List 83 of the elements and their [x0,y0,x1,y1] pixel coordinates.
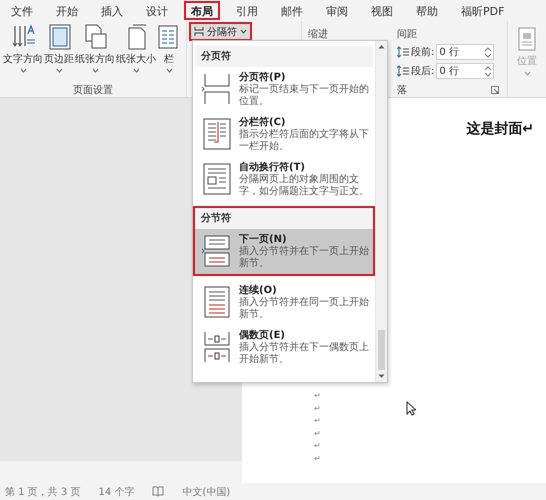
menu-item[interactable]: 下一页(N) 插入分节符并在下一页上开始新节。 [195,229,373,274]
ribbon-button[interactable]: 文字方向 [3,24,43,80]
section-heading: 分页符 [195,46,373,67]
paragraph-mark: ↵ [314,402,322,414]
item-title: 下一页(N) [239,233,288,246]
item-description: 插入分节符并在同一页上开始新节。 [239,297,370,321]
group-heading: 缩进 [308,28,329,41]
item-title: 分栏符(C) [239,116,286,128]
ribbon-tab[interactable]: 视图 [364,1,400,20]
ribbon-tab[interactable]: 邮件 [274,1,310,20]
chevron-icon [524,71,530,76]
chevron-icon [92,68,98,73]
ribbon-tab[interactable]: 设计 [139,1,175,20]
paragraph-mark: ↵ [314,415,322,427]
item-description: 分隔网页上的对象周围的文字，如分隔题注文字与正文。 [239,174,370,198]
group-label: 落 [397,84,407,97]
chevron-icon [56,68,62,73]
item-title: 自动换行符(T) [239,160,306,174]
group-label: 页面设置 [72,84,114,97]
column-break-icon [202,118,232,150]
menu-item[interactable]: 连续(O) 插入分节符并在同一页上开始新节。 [195,280,373,325]
item-description: 插入分节符并在下一页上开始新节。 [239,246,370,270]
word-count: 14 个字 [98,486,134,498]
even-page-icon [202,331,232,363]
next-page-icon [202,235,232,267]
ribbon-button[interactable]: 页边距 [44,24,74,80]
spacing-icon [397,46,409,58]
field-label: 段后: [411,64,434,78]
margins-icon [47,24,71,50]
menu-item[interactable]: 偶数页(E) 插入分节符并在下一偶数页上开始新节。 [195,325,373,370]
chevron-icon [166,68,172,73]
ribbon-button[interactable]: 栏 [157,24,181,80]
paragraph-mark: ↵ [314,390,322,402]
page-count: 第 1 页，共 3 页 [5,486,80,498]
ribbon-tab[interactable]: 福昕PDF [454,1,512,20]
orientation-icon [83,24,107,50]
ribbon-tab[interactable]: 引用 [229,1,265,20]
mouse-cursor-icon [406,401,416,416]
item-description: 插入分节符并在下一偶数页上开始新节。 [239,342,370,366]
spacing-icon [397,65,409,77]
breaks-button[interactable]: 分隔符 [189,22,252,41]
item-description: 标记一页结束与下一页开始的位置。 [239,84,370,108]
field-label: 段前: [411,46,434,59]
book-icon [152,486,164,497]
position-icon [517,27,537,51]
text-wrapping-icon [202,163,232,195]
item-title: 分页符(P) [239,70,286,84]
section-heading: 分节符 [195,208,373,229]
spin-field[interactable]: 0 行 [436,63,494,79]
continuous-icon [202,286,232,318]
item-title: 偶数页(E) [239,328,286,342]
chevron-icon [132,68,140,73]
item-description: 指示分栏符后面的文字将从下一栏开始。 [239,129,370,153]
document-heading: 这是封面↵ [466,120,534,138]
language-indicator[interactable]: 中文(中国) [182,484,230,498]
spinner-icon [485,66,492,76]
dialog-launcher-icon [491,86,499,94]
ribbon-tab[interactable]: 文件 [4,1,40,20]
scroll-up-icon [378,44,385,49]
group-heading: 间距 [397,28,418,41]
spin-field[interactable]: 0 行 [436,44,494,60]
scrollbar[interactable] [375,41,387,382]
menu-item[interactable]: 自动换行符(T) 分隔网页上的对象周围的文字，如分隔题注文字与正文。 [195,157,373,202]
ribbon-button[interactable]: 纸张大小 [116,24,156,80]
ribbon-button[interactable]: 纸张方向 [75,24,115,80]
spinner-icon [485,46,492,58]
ribbon-tab[interactable]: 帮助 [409,1,445,20]
item-title: 连续(O) [239,284,278,296]
chevron-icon [20,68,26,73]
chevron-icon [240,29,247,34]
scroll-thumb[interactable] [378,330,385,370]
ribbon-tab[interactable]: 审阅 [319,1,355,20]
menu-item[interactable]: 分页符(P) 标记一页结束与下一页开始的位置。 [195,67,373,112]
ribbon-tab[interactable]: 插入 [94,1,130,20]
menu-item[interactable]: 分栏符(C) 指示分栏符后面的文字将从下一栏开始。 [195,112,373,157]
scroll-down-icon [378,374,385,379]
ribbon-tab[interactable]: 开始 [49,1,85,20]
paragraph-mark: ↵ [314,440,322,452]
page-break-icon [202,73,232,105]
breaks-icon [194,26,204,37]
ribbon-tab[interactable]: 布局 [184,1,220,20]
paragraph-mark: ↵ [314,452,322,464]
paragraph-mark: ↵ [314,428,322,440]
